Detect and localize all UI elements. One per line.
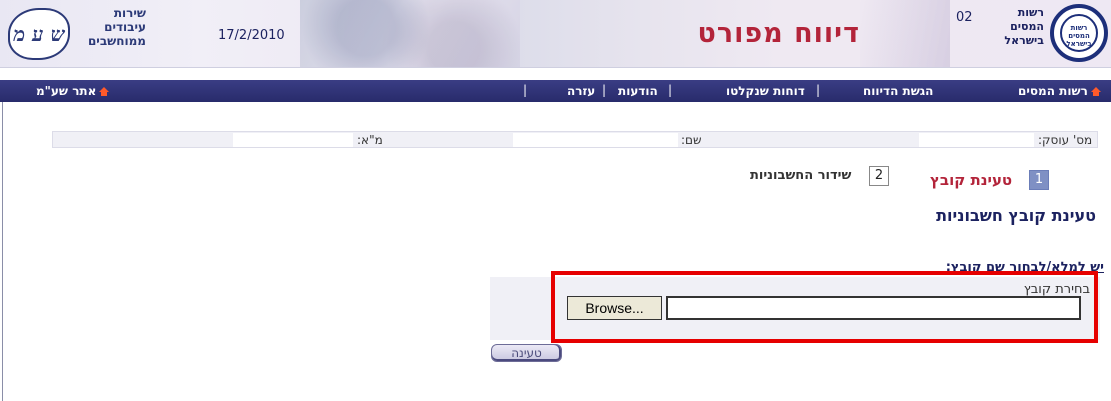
business-info-strip: מס' עוסק: שם: מ"א: [52,131,1098,148]
header-collage-image [300,0,520,67]
name-value [513,133,678,147]
load-button[interactable]: טעינה [491,344,562,362]
nav-separator: | [816,83,821,97]
highlight-annotation [551,271,1098,343]
nav-tax-authority-label: רשות המסים [1018,84,1088,98]
nav-tax-authority[interactable]: רשות המסים [1018,84,1101,98]
vat-value [233,133,353,147]
step-2-label: שידור החשבוניות [750,168,852,183]
sham-logo-line-2: עיבודים [104,20,146,34]
home-icon [99,87,110,96]
tax-authority-text: רשות המסים בישראל [986,6,1044,48]
nav-separator: | [523,83,528,97]
nav-sham-site[interactable]: אתר שע"מ [36,84,110,98]
nav-separator: | [602,83,607,97]
sham-logo[interactable]: ש ע מ שירות עיבודים ממוחשבים [8,6,148,62]
tax-authority-line-3: בישראל [1004,34,1044,47]
step-1-number: 1 [1029,170,1049,190]
name-label: שם: [681,133,702,147]
tax-authority-line-2: המסים [1010,20,1044,33]
page-title: דיווח מפורט [697,18,860,49]
step-1-label: טעינת קובץ [930,171,1013,189]
step-2-number: 2 [869,166,889,186]
home-icon [1090,87,1101,96]
main-nav: רשות המסים הגשת הדיווח | דוחות שנקלטו | … [0,80,1111,102]
sham-logo-text: שירות עיבודים ממוחשבים [74,6,146,48]
nav-captured-reports[interactable]: דוחות שנקלטו [726,84,805,98]
sham-logo-line-3: ממוחשבים [87,34,146,48]
header-decoration [860,0,950,67]
nav-sham-site-label: אתר שע"מ [36,84,97,98]
header-code: 02 [956,10,973,25]
nav-submit-report[interactable]: הגשת הדיווח [863,84,933,98]
header-date: 17/2/2010 [218,28,285,43]
section-title: טעינת קובץ חשבוניות [936,206,1096,225]
page-header: ש ע מ שירות עיבודים ממוחשבים 17/2/2010 ד… [0,0,1111,68]
content-border [2,102,3,401]
vat-label: מ"א: [357,133,383,147]
tax-authority-line-1: רשות [1017,6,1044,19]
nav-separator: | [668,83,673,97]
tax-authority-logo-inner: רשות המסים בישראל [1060,14,1098,52]
business-number-value [919,133,1034,147]
nav-help[interactable]: עזרה [567,84,595,98]
tax-authority-logo[interactable]: רשות המסים בישראל [1050,4,1108,62]
sham-logo-line-1: שירות [113,6,146,20]
business-number-label: מס' עוסק: [1038,133,1093,147]
sham-logo-mark: ש ע מ [8,8,70,60]
nav-messages[interactable]: הודעות [618,84,658,98]
